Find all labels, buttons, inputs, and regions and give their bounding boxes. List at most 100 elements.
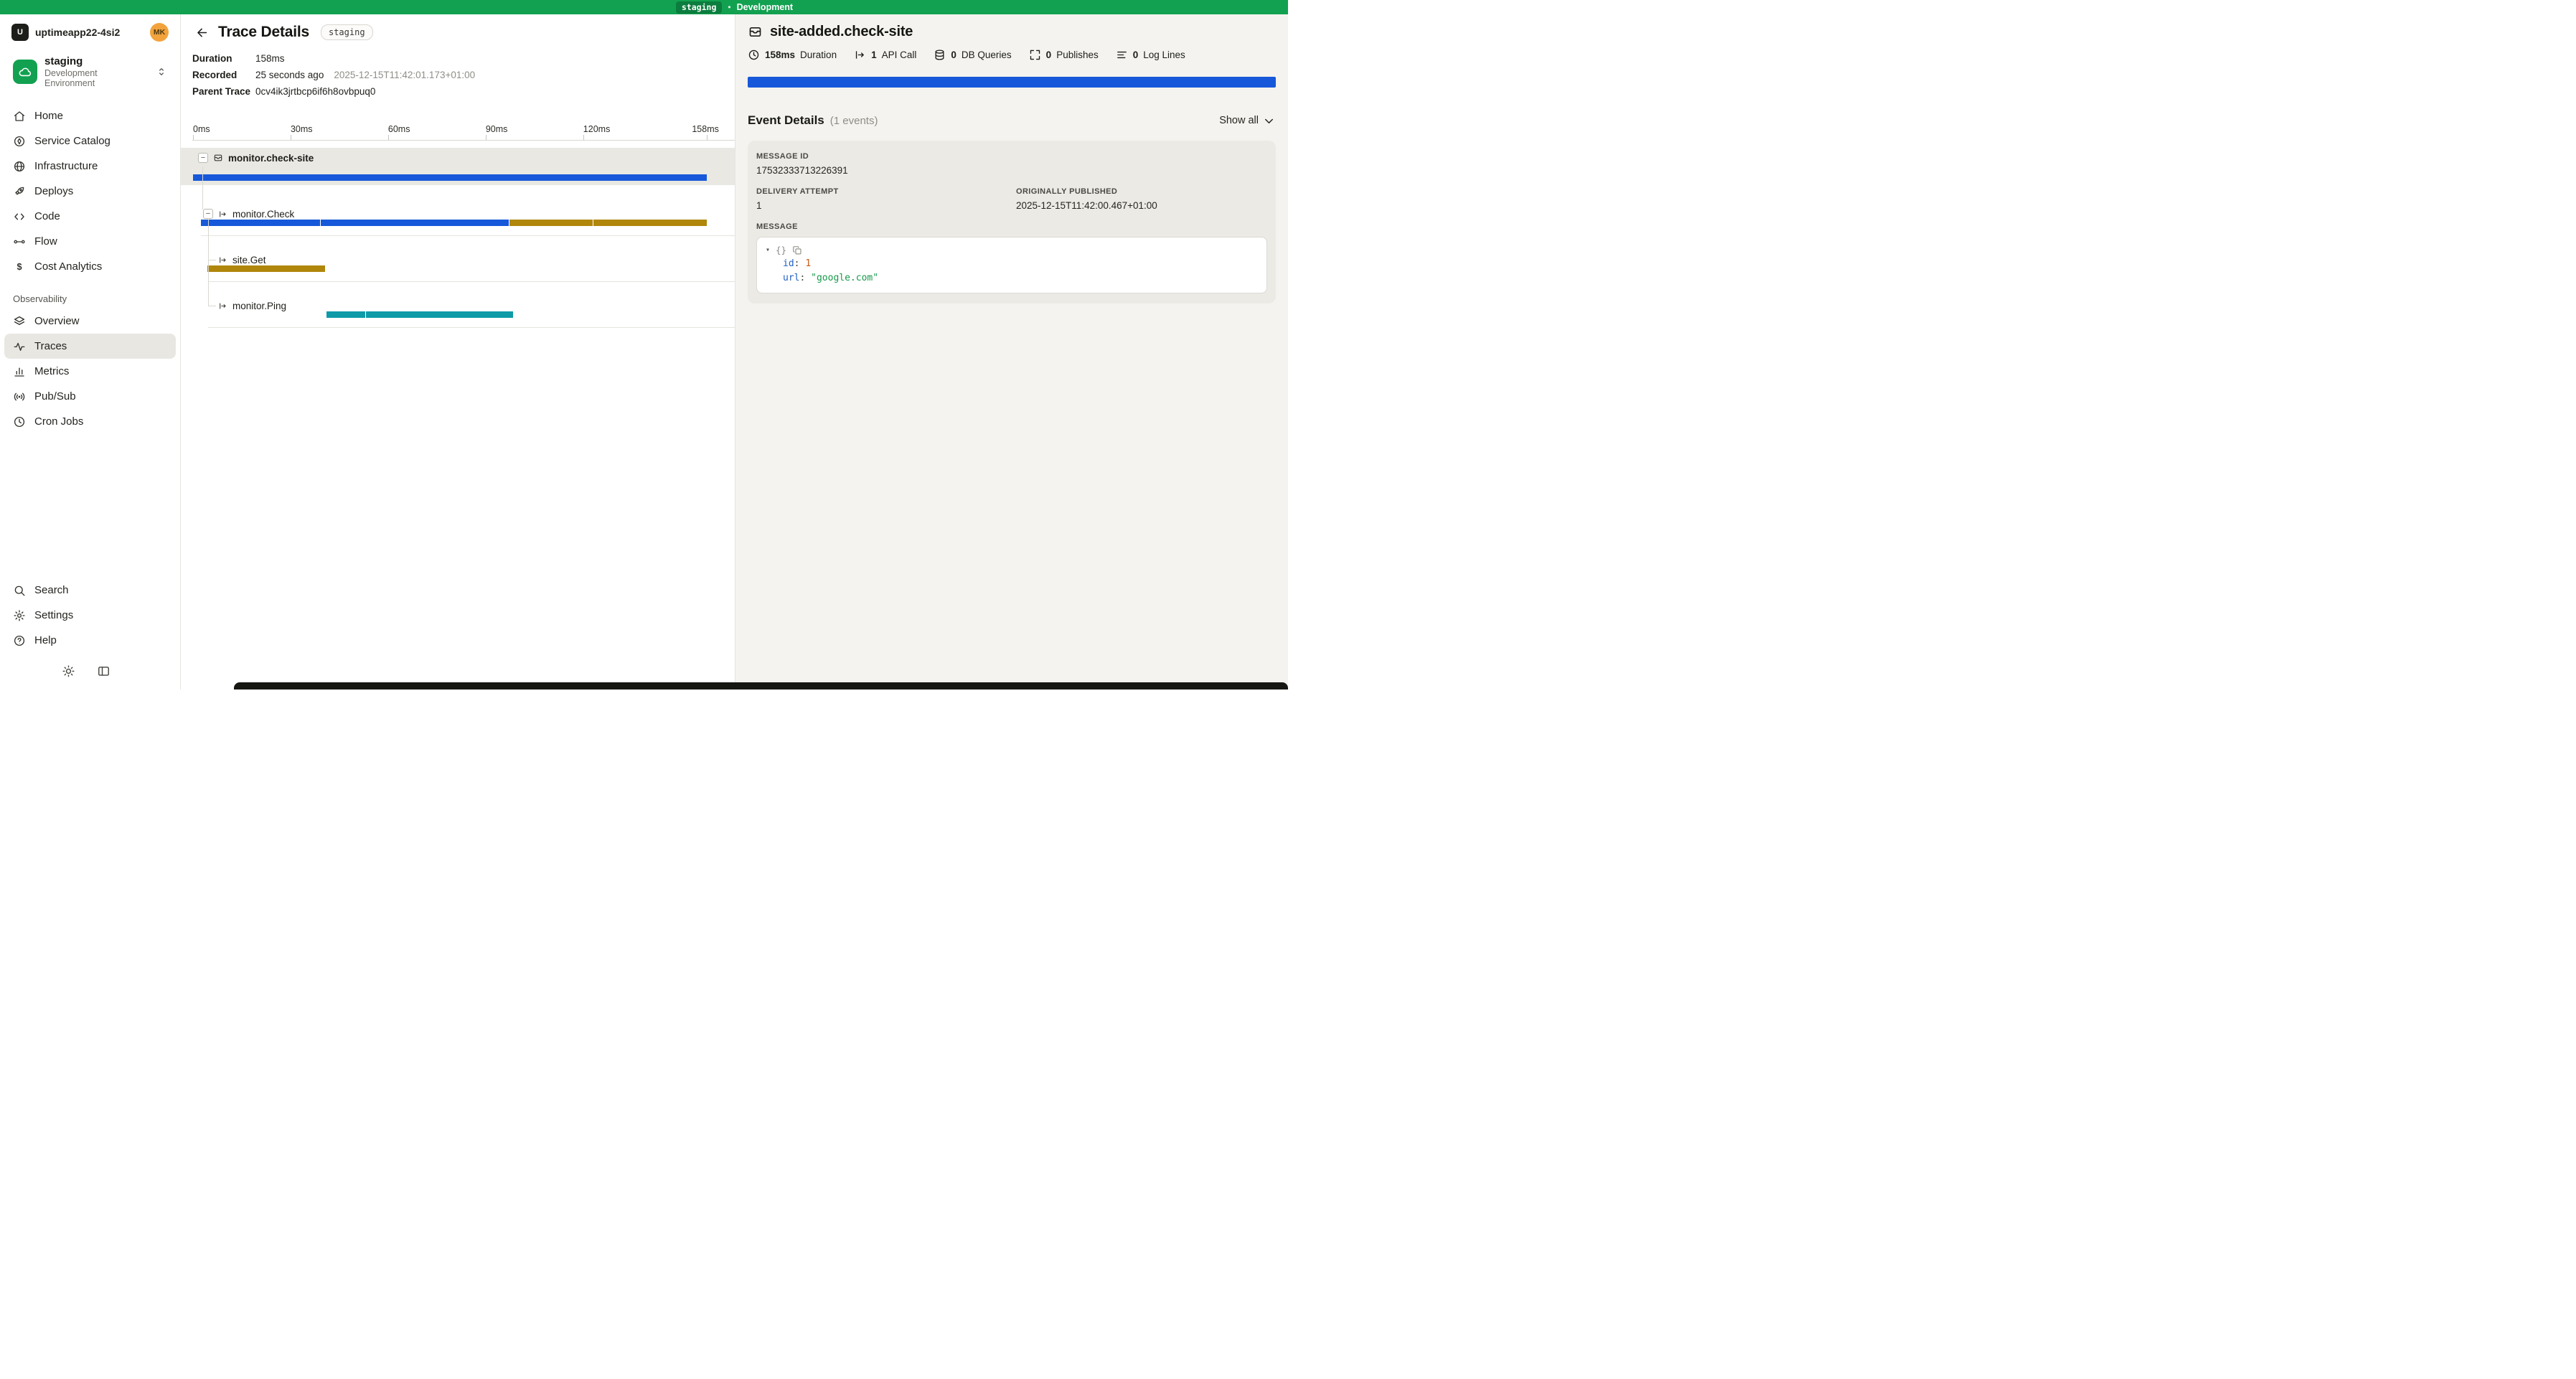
sidebar-item-cron-jobs[interactable]: Cron Jobs <box>4 409 176 434</box>
chevron-down-icon <box>1262 114 1276 128</box>
env-tag: staging <box>321 24 373 40</box>
trace-row-site-get[interactable]: site.Get <box>218 254 266 265</box>
event-details-heading: Event Details <box>748 113 824 128</box>
row-separator <box>208 327 735 328</box>
trace-span-segment[interactable] <box>201 220 319 226</box>
trace-row-monitor-check[interactable]: −monitor.Check <box>203 208 294 220</box>
collapse-toggle[interactable]: − <box>198 153 208 163</box>
sidebar-item-code[interactable]: Code <box>4 204 176 229</box>
json-collapse-caret[interactable]: ▾ <box>766 246 770 254</box>
span-track <box>193 220 707 226</box>
json-field-url: url: "google.com" <box>766 272 1258 284</box>
span-track <box>193 311 707 318</box>
separator-dot: • <box>728 2 730 12</box>
traces-icon <box>13 340 26 353</box>
trace-span-segment[interactable] <box>320 220 509 226</box>
log-lines-icon <box>1116 49 1128 61</box>
span-name: monitor.check-site <box>228 153 314 164</box>
trace-span-segment[interactable] <box>326 311 365 318</box>
sidebar-item-home[interactable]: Home <box>4 103 176 128</box>
sidebar-item-overview[interactable]: Overview <box>4 309 176 334</box>
sidebar-item-label: Infrastructure <box>34 160 98 172</box>
span-duration-bar <box>748 77 1276 88</box>
sidebar-item-infrastructure[interactable]: Infrastructure <box>4 154 176 179</box>
sidebar: U uptimeapp22-4si2 MK staging Developmen… <box>0 14 181 690</box>
cloud-icon <box>13 60 37 84</box>
sidebar-item-help[interactable]: Help <box>4 628 176 653</box>
sidebar-item-label: Home <box>34 110 63 122</box>
infrastructure-icon <box>13 160 26 173</box>
sidebar-item-label: Cron Jobs <box>34 415 83 428</box>
axis-tick-label: 158ms <box>692 124 719 134</box>
message-id-label: MESSAGE ID <box>756 152 1267 161</box>
theme-toggle-button[interactable] <box>62 664 75 678</box>
originally-published-block: ORIGINALLY PUBLISHED 2025-12-15T11:42:00… <box>1016 187 1267 211</box>
app-name: uptimeapp22-4si2 <box>35 27 144 38</box>
json-colon: : <box>799 273 811 283</box>
sidebar-item-traces[interactable]: Traces <box>4 334 176 359</box>
trace-row-monitor-ping[interactable]: monitor.Ping <box>218 300 286 311</box>
trace-span-segment[interactable] <box>365 311 513 318</box>
sidebar-item-label: Search <box>34 584 69 596</box>
sidebar-item-label: Deploys <box>34 185 73 197</box>
parent-trace-value[interactable]: 0cv4ik3jrtbcp6if6h8ovbpuq0 <box>255 86 375 98</box>
sidebar-item-label: Cost Analytics <box>34 260 102 273</box>
trace-recorded-row: Recorded 25 seconds ago 2025-12-15T11:42… <box>192 70 720 81</box>
console-drawer[interactable] <box>234 682 1288 690</box>
collapse-toggle[interactable]: − <box>203 209 213 219</box>
sidebar-item-flow[interactable]: Flow <box>4 229 176 254</box>
axis-tick-mark <box>707 135 708 140</box>
json-value: "google.com" <box>811 273 878 283</box>
sidebar-item-label: Help <box>34 634 57 646</box>
tree-connector <box>202 166 203 210</box>
sidebar-item-label: Traces <box>34 340 67 352</box>
app-logo: U <box>11 24 29 41</box>
stat-value: 158ms <box>765 50 795 60</box>
sidebar-item-deploys[interactable]: Deploys <box>4 179 176 204</box>
environment-selector[interactable]: staging Development Environment <box>7 50 173 93</box>
trace-span-segment[interactable] <box>193 174 707 181</box>
sidebar-nav-observability: Overview Traces Metrics Pub/Sub Cron Jobs <box>0 309 180 434</box>
collapse-sidebar-button[interactable] <box>97 664 111 678</box>
copy-json-button[interactable] <box>792 245 802 255</box>
stat-label: Duration <box>800 50 837 60</box>
trace-span-segment[interactable] <box>593 220 707 226</box>
json-value: 1 <box>805 258 811 269</box>
env-development-label: Development <box>737 2 794 12</box>
axis-tick-mark <box>193 135 194 140</box>
span-name: monitor.Ping <box>232 301 286 311</box>
axis-tick-label: 0ms <box>193 124 210 134</box>
workspace-header: U uptimeapp22-4si2 MK <box>0 14 180 43</box>
sidebar-item-label: Code <box>34 210 60 222</box>
span-stats: 158msDuration1API Call0DB Queries0Publis… <box>748 49 1276 61</box>
sidebar-item-metrics[interactable]: Metrics <box>4 359 176 384</box>
tree-connector <box>208 218 209 306</box>
stat-label: DB Queries <box>962 50 1012 60</box>
sidebar-item-service-catalog[interactable]: Service Catalog <box>4 128 176 154</box>
json-colon: : <box>794 258 806 269</box>
sidebar-item-label: Flow <box>34 235 57 248</box>
trace-row-monitor-check-site[interactable]: − monitor.check-site <box>198 152 314 164</box>
sidebar-spacer <box>0 434 180 578</box>
json-field-id: id: 1 <box>766 258 1258 270</box>
sidebar-item-pub-sub[interactable]: Pub/Sub <box>4 384 176 409</box>
flow-icon <box>13 235 26 248</box>
sidebar-item-settings[interactable]: Settings <box>4 603 176 628</box>
database-icon <box>934 49 946 61</box>
stat-value: 0 <box>951 50 956 60</box>
sidebar-item-label: Pub/Sub <box>34 390 76 403</box>
event-card: MESSAGE ID 17532333713226391 DELIVERY AT… <box>748 141 1276 303</box>
axis-tick-mark <box>388 135 389 140</box>
show-all-button[interactable]: Show all <box>1219 114 1276 128</box>
env-badge[interactable]: staging <box>676 1 722 14</box>
avatar[interactable]: MK <box>150 23 169 42</box>
sidebar-item-cost-analytics[interactable]: $Cost Analytics <box>4 254 176 279</box>
timeline-axis: 0ms30ms60ms90ms120ms158ms <box>192 122 735 141</box>
sidebar-nav-bottom: Search Settings Help <box>0 578 180 653</box>
row-separator <box>201 235 735 236</box>
environment-name: staging <box>44 55 149 67</box>
trace-span-segment[interactable] <box>207 265 324 272</box>
sidebar-item-search[interactable]: Search <box>4 578 176 603</box>
back-button[interactable] <box>192 23 211 42</box>
trace-span-segment[interactable] <box>509 220 593 226</box>
